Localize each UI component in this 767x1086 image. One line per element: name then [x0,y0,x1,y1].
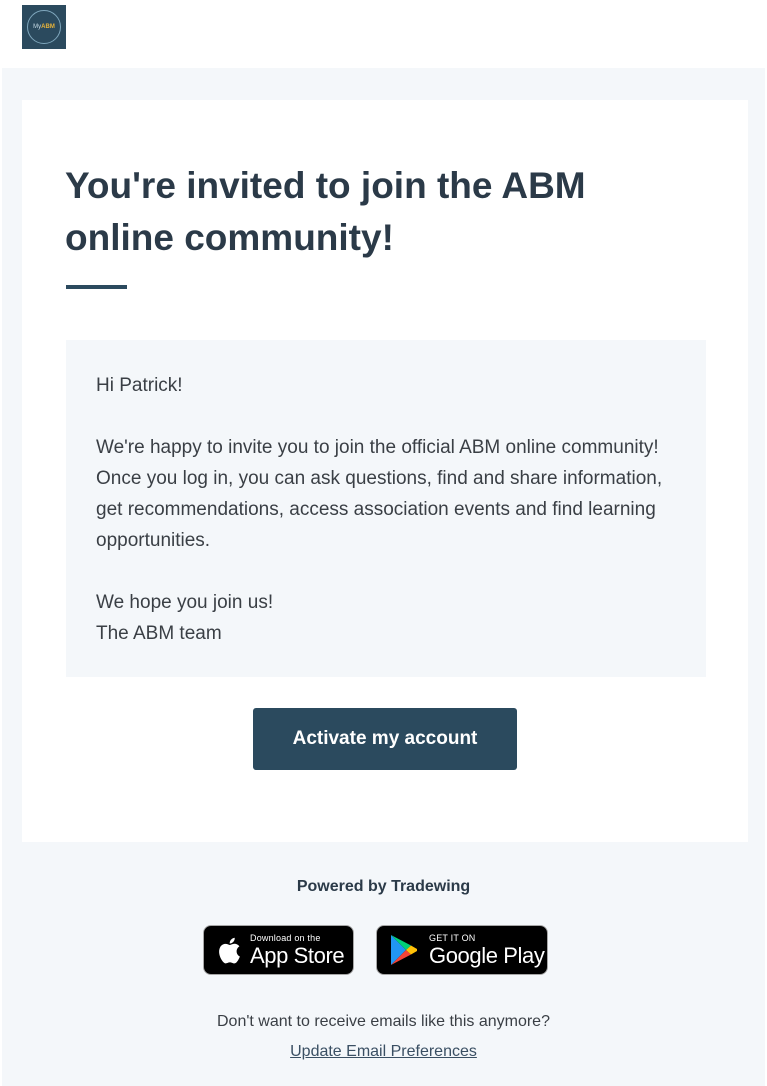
unsubscribe-text: Don't want to receive emails like this a… [217,1013,550,1030]
top-bar: My ABM [0,0,767,68]
apple-icon [216,935,242,965]
powered-by-text: Powered by Tradewing [296,878,471,895]
google-play-text: GET IT ON Google Play [429,932,545,968]
update-email-preferences-link[interactable]: Update Email Preferences [290,1043,477,1060]
body-text: We're happy to invite you to join the of… [96,437,663,551]
google-play-big-text: Google Play [429,942,545,968]
logo-text-prefix: My [33,24,42,30]
closing-text: We hope you join us! [96,592,274,613]
signature-text: The ABM team [96,623,222,644]
logo-ring: My ABM [27,10,61,44]
app-store-small-text: Download on the [250,932,321,943]
app-store-badge[interactable]: Download on the App Store [203,925,354,975]
email-heading: You're invited to join the ABM online co… [65,165,586,258]
app-store-text: Download on the App Store [250,932,345,968]
google-play-small-text: GET IT ON [429,932,476,943]
google-play-badge[interactable]: GET IT ON Google Play [376,925,548,975]
logo-text-brand: ABM [41,24,55,30]
greeting-text: Hi Patrick! [96,375,183,396]
heading-divider [66,285,127,289]
google-play-icon [387,935,421,965]
app-store-big-text: App Store [250,942,345,968]
preferences-link-wrap: Update Email Preferences [0,1043,767,1061]
message-box: Hi Patrick! We're happy to invite you to… [66,340,706,677]
activate-account-button[interactable]: Activate my account [253,708,517,770]
email-page: My ABM You're invited to join the ABM onl… [0,0,767,1086]
myabm-logo: My ABM [22,5,66,49]
